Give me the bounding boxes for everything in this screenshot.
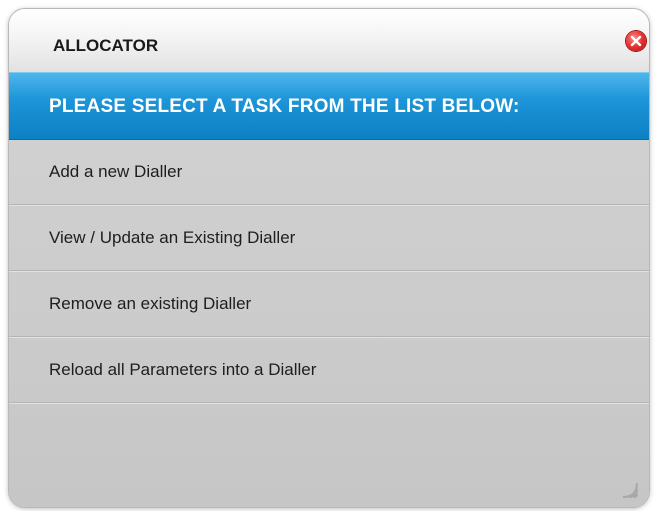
task-view-update-dialler[interactable]: View / Update an Existing Dialler <box>9 206 649 272</box>
task-add-dialler[interactable]: Add a new Dialler <box>9 140 649 206</box>
window-title: ALLOCATOR <box>53 36 159 55</box>
resize-grip-icon[interactable] <box>617 477 639 499</box>
task-list: Add a new Dialler View / Update an Exist… <box>9 140 649 404</box>
task-label: Add a new Dialler <box>49 162 183 181</box>
task-label: View / Update an Existing Dialler <box>49 228 296 247</box>
close-icon <box>630 35 642 47</box>
task-reload-parameters[interactable]: Reload all Parameters into a Dialler <box>9 338 649 404</box>
allocator-window: ALLOCATOR PLEASE SELECT A TASK FROM THE … <box>9 9 649 507</box>
task-label: Remove an existing Dialler <box>49 294 252 313</box>
task-remove-dialler[interactable]: Remove an existing Dialler <box>9 272 649 338</box>
task-label: Reload all Parameters into a Dialler <box>49 360 317 379</box>
banner-text: PLEASE SELECT A TASK FROM THE LIST BELOW… <box>49 96 520 117</box>
instruction-banner: PLEASE SELECT A TASK FROM THE LIST BELOW… <box>9 72 649 140</box>
title-bar: ALLOCATOR <box>9 9 649 73</box>
close-button[interactable] <box>626 31 646 51</box>
